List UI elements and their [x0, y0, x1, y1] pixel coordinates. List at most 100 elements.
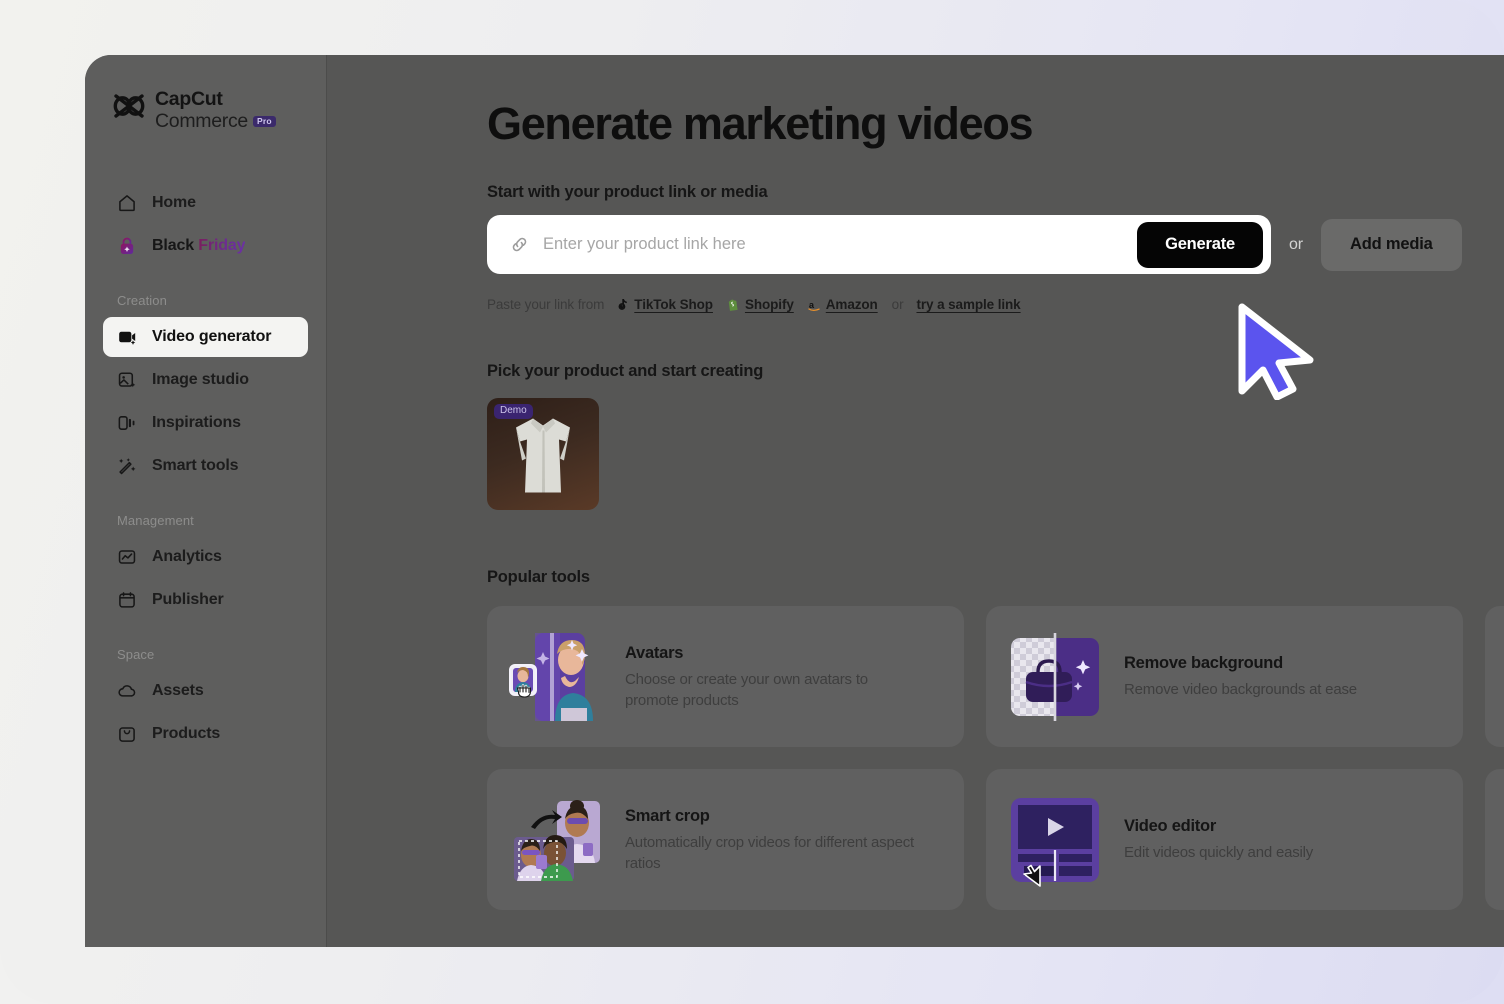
amazon-a-icon: a — [808, 300, 820, 311]
shopify-bag-icon — [728, 299, 738, 311]
sidebar-group-title-space: Space — [117, 646, 155, 662]
page-title: Generate marketing videos — [487, 98, 1034, 149]
cloud-icon — [118, 684, 136, 697]
product-grid: Demo — [487, 398, 1504, 511]
tool-text: Avatars Choose or create your own avatar… — [625, 642, 925, 711]
sidebar-item-label: Publisher — [152, 590, 224, 608]
video-generator-icon — [119, 331, 136, 345]
tool-card-remove-background[interactable]: Remove background Remove video backgroun… — [986, 606, 1463, 748]
inspirations-icon — [118, 415, 135, 430]
tool-text: Remove background Remove video backgroun… — [1124, 652, 1357, 701]
tool-card-partial-right-bottom[interactable] — [1485, 769, 1504, 911]
product-link-row: Generate or Add media — [487, 215, 1504, 275]
sidebar-group-title-creation: Creation — [117, 292, 167, 308]
sidebar-item-label: Home — [152, 193, 196, 211]
app-window: CapCut Commerce Pro Home Black Friday Cr… — [85, 55, 1504, 947]
sidebar-item-smart-tools[interactable]: Smart tools — [103, 446, 308, 486]
start-section: Start with your product link or media Ge… — [487, 183, 1504, 312]
product-picker-section: Pick your product and start creating Dem… — [487, 362, 1504, 511]
main-content: Generate marketing videos Start with you… — [327, 55, 1504, 947]
link-chain-icon — [512, 237, 527, 252]
sidebar-item-label: Smart tools — [152, 456, 239, 474]
sidebar-item-label: Analytics — [152, 547, 222, 565]
tool-desc: Automatically crop videos for different … — [625, 834, 915, 872]
sidebar-item-label: Video generator — [152, 327, 272, 345]
demo-badge: Demo — [494, 404, 533, 420]
sidebar: CapCut Commerce Pro Home Black Friday Cr… — [85, 55, 327, 947]
sidebar-item-publisher[interactable]: Publisher — [103, 580, 308, 620]
sidebar-item-label: Products — [152, 724, 221, 742]
paste-from-lead: Paste your link from — [487, 297, 605, 313]
generate-button[interactable]: Generate — [1137, 221, 1263, 268]
tiktok-icon — [618, 298, 628, 310]
source-link-label: Amazon — [825, 297, 878, 313]
sidebar-item-image-studio[interactable]: Image studio — [103, 360, 308, 400]
sidebar-item-inspirations[interactable]: Inspirations — [103, 403, 308, 443]
product-link-input[interactable] — [543, 235, 1138, 255]
sidebar-item-label: Assets — [152, 681, 204, 699]
paste-from-mid-or: or — [891, 297, 904, 313]
tool-title: Avatars — [625, 644, 684, 663]
start-section-label: Start with your product link or media — [487, 183, 768, 202]
tool-card-partial-right-top[interactable] — [1485, 606, 1504, 748]
logo-line-2: Commerce — [155, 109, 248, 132]
smart-crop-thumb — [509, 793, 603, 887]
sidebar-item-black-friday[interactable]: Black Friday — [103, 226, 308, 266]
sidebar-nav: Home Black Friday Creation Video generat… — [85, 183, 326, 754]
grab-hand-cursor-icon — [516, 683, 532, 698]
paste-from-row: Paste your link from TikTok Shop Shopify… — [487, 297, 1504, 312]
avatars-thumb-icon — [509, 632, 593, 721]
product-link-input-box[interactable]: Generate — [487, 215, 1271, 275]
video-editor-thumb — [1008, 793, 1102, 887]
sidebar-item-label: Black Friday — [152, 236, 246, 255]
tools-grid: Avatars Choose or create your own avatar… — [487, 606, 1504, 911]
logo-line-1: CapCut — [155, 88, 223, 110]
product-card-demo[interactable]: Demo — [487, 398, 599, 511]
source-link-label: TikTok Shop — [634, 297, 713, 313]
desktop-background: CapCut Commerce Pro Home Black Friday Cr… — [0, 0, 1504, 1004]
or-separator: or — [1289, 235, 1304, 253]
tool-title: Video editor — [1124, 817, 1217, 836]
tool-desc: Choose or create your own avatars to pro… — [625, 671, 868, 709]
capcut-logo-icon — [113, 94, 145, 118]
smart-tools-icon — [119, 457, 136, 474]
source-link-amazon[interactable]: a Amazon — [808, 297, 878, 312]
tool-text: Smart crop Automatically crop videos for… — [625, 805, 925, 874]
black-friday-word-black: Black — [152, 236, 199, 254]
avatars-thumb — [509, 630, 603, 724]
sidebar-item-label: Image studio — [152, 370, 249, 388]
publisher-calendar-icon — [119, 591, 135, 608]
source-link-shopify[interactable]: Shopify — [727, 297, 794, 312]
tool-card-video-editor[interactable]: Video editor Edit videos quickly and eas… — [986, 769, 1463, 911]
analytics-icon — [118, 549, 136, 564]
image-studio-icon — [118, 372, 136, 387]
lock-bag-icon — [120, 237, 134, 254]
product-thumbnail-shirt — [516, 418, 570, 493]
sidebar-item-products[interactable]: Products — [103, 714, 308, 754]
app-logo[interactable]: CapCut Commerce Pro — [85, 79, 326, 133]
try-sample-link[interactable]: try a sample link — [916, 297, 1020, 312]
tool-card-smart-crop[interactable]: Smart crop Automatically crop videos for… — [487, 769, 964, 911]
smart-crop-thumb-icon — [514, 799, 600, 881]
pro-badge: Pro — [252, 115, 276, 128]
video-editor-thumb-icon — [1011, 797, 1099, 887]
source-link-label: Shopify — [744, 297, 794, 313]
remove-background-thumb-icon — [1011, 632, 1099, 721]
home-icon — [119, 194, 135, 211]
svg-text:a: a — [809, 300, 815, 310]
source-link-tiktok-shop[interactable]: TikTok Shop — [616, 297, 713, 312]
remove-background-thumb — [1008, 630, 1102, 724]
tool-desc: Edit videos quickly and easily — [1124, 844, 1314, 862]
tool-desc: Remove video backgrounds at ease — [1124, 681, 1357, 699]
sidebar-item-video-generator[interactable]: Video generator — [103, 316, 308, 357]
tools-section-label: Popular tools — [487, 568, 590, 587]
black-friday-word-friday: Friday — [198, 236, 246, 254]
product-section-label: Pick your product and start creating — [487, 362, 764, 381]
tool-card-avatars[interactable]: Avatars Choose or create your own avatar… — [487, 606, 964, 748]
sidebar-item-label: Inspirations — [152, 413, 241, 431]
add-media-button[interactable]: Add media — [1321, 218, 1462, 271]
sidebar-item-home[interactable]: Home — [103, 183, 308, 223]
sidebar-group-title-management: Management — [117, 512, 194, 528]
sidebar-item-analytics[interactable]: Analytics — [103, 537, 308, 577]
sidebar-item-assets[interactable]: Assets — [103, 671, 308, 711]
